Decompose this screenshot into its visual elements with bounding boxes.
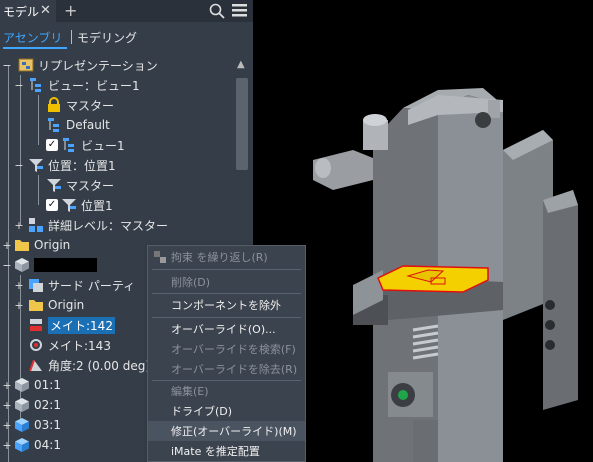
expand-icon[interactable]: + — [2, 379, 12, 392]
mate-constraint-icon — [30, 339, 42, 351]
tree-item-label: ビュー1 — [81, 138, 125, 153]
tree-item-label: マスター — [66, 98, 115, 113]
tree-item-label: 04:1 — [34, 438, 61, 452]
part-icon — [15, 418, 29, 432]
menu-item-override[interactable]: オーバーライド(O)... — [148, 319, 305, 339]
tree-item-label: Origin — [48, 298, 85, 312]
tree-item-label: 位置：位置1 — [48, 158, 116, 173]
view-rep-icon — [63, 138, 74, 152]
subtab-divider — [71, 30, 72, 44]
menu-item-find-override[interactable]: オーバーライドを検索(F) — [148, 339, 305, 359]
scrollbar-thumb[interactable] — [236, 78, 248, 170]
assembly-icon — [15, 378, 29, 392]
view-rep-icon — [30, 78, 41, 92]
tab-model-label: モデル — [3, 4, 40, 19]
hamburger-menu-icon[interactable] — [232, 4, 247, 17]
tree-item-label: マスター — [66, 178, 115, 193]
menu-separator — [152, 317, 301, 318]
expand-icon[interactable]: + — [14, 299, 24, 312]
menu-item-label: 削除(D) — [171, 276, 211, 289]
angle-constraint-icon — [29, 359, 42, 372]
detail-level-icon — [29, 218, 43, 232]
menu-item-edit[interactable]: 編集(E) — [148, 381, 305, 401]
tree-item-label: 03:1 — [34, 418, 61, 432]
tree-item-label: Default — [66, 118, 110, 132]
tree-item-label: メイト:142 — [48, 316, 115, 334]
menu-item-label: コンポーネントを除外 — [171, 299, 281, 312]
menu-item-delete[interactable]: 削除(D) — [148, 272, 305, 292]
menu-separator — [152, 269, 301, 270]
panel-tab-bar: モデル ✕ + — [0, 0, 253, 22]
tree-item-label: メイト:143 — [48, 338, 111, 353]
folder-icon — [15, 240, 29, 251]
assembly-icon — [15, 258, 29, 272]
expand-icon[interactable]: + — [2, 419, 12, 432]
subtab-assembly[interactable]: アセンブリ — [3, 29, 62, 46]
menu-item-label: オーバーライド(O)... — [171, 323, 276, 336]
folder-icon — [29, 300, 43, 311]
menu-item-exclude-component[interactable]: コンポーネントを除外 — [148, 295, 305, 315]
position-rep-icon — [29, 159, 43, 172]
position-rep-icon — [62, 199, 76, 212]
scroll-up-icon[interactable]: ▲ — [237, 59, 245, 70]
assembly-icon — [15, 398, 29, 412]
menu-item-label: オーバーライドを検索(F) — [171, 343, 296, 356]
tree-item-label: 詳細レベル：マスター — [48, 218, 169, 233]
menu-separator — [152, 293, 301, 294]
tree-item-label: ビュー：ビュー1 — [48, 78, 140, 93]
tree-item-label: 位置1 — [81, 198, 113, 213]
menu-item-label: ドライブ(D) — [171, 405, 233, 418]
expand-icon[interactable]: + — [2, 239, 12, 252]
menu-item-label: iMate を推定配置 — [171, 445, 260, 458]
menu-item-remove-override[interactable]: オーバーライドを除去(R) — [148, 359, 305, 379]
mate-constraint-icon — [30, 319, 42, 331]
tree-connector — [38, 175, 39, 205]
tree-item-label: リプレゼンテーション — [38, 58, 158, 73]
collapse-icon[interactable]: − — [14, 159, 24, 172]
tree-item-label: Origin — [34, 238, 71, 252]
search-icon[interactable] — [209, 3, 225, 19]
menu-item-label: 修正(オーバーライド)(M) — [171, 425, 297, 438]
menu-item-drive[interactable]: ドライブ(D) — [148, 401, 305, 421]
close-icon[interactable]: ✕ — [40, 3, 51, 18]
tree-connector — [20, 75, 21, 225]
menu-item-label: オーバーライドを除去(R) — [171, 363, 298, 376]
collapse-icon[interactable]: − — [14, 79, 24, 92]
active-check-icon[interactable]: ✓ — [46, 139, 58, 151]
menu-item-label: 編集(E) — [171, 385, 209, 398]
tree-item-label: 02:1 — [34, 398, 61, 412]
browser-subtabs: アセンブリ モデリング — [0, 27, 253, 49]
menu-item-label: 拘束 を繰り返し(R) — [171, 251, 268, 264]
tree-connector — [38, 95, 39, 145]
menu-item-infer-imates[interactable]: iMate を推定配置 — [148, 441, 305, 461]
tree-item-label: 01:1 — [34, 378, 61, 392]
redacted-name — [34, 258, 97, 272]
collapse-icon[interactable]: − — [2, 259, 12, 272]
representations-icon — [18, 58, 34, 72]
expand-icon[interactable]: + — [2, 399, 12, 412]
expand-icon[interactable]: + — [14, 219, 24, 232]
tree-item-label: 角度:2 (0.00 deg) — [48, 358, 151, 373]
expand-icon[interactable]: + — [2, 439, 12, 452]
lock-icon — [48, 97, 60, 112]
subtab-modeling[interactable]: モデリング — [77, 29, 137, 46]
context-menu: 拘束 を繰り返し(R) 削除(D) コンポーネントを除外 オーバーライド(O).… — [147, 245, 306, 462]
third-party-icon — [29, 279, 43, 292]
constraint-icon — [154, 251, 166, 263]
view-rep-icon — [48, 118, 59, 132]
menu-item-modify-override[interactable]: 修正(オーバーライド)(M) — [148, 421, 305, 441]
collapse-icon[interactable]: − — [2, 59, 12, 72]
active-check-icon[interactable]: ✓ — [46, 199, 58, 211]
position-rep-icon — [47, 179, 61, 192]
active-subtab-underline — [3, 47, 67, 49]
expand-icon[interactable]: + — [14, 279, 24, 292]
menu-item-repeat-constraint[interactable]: 拘束 を繰り返し(R) — [148, 247, 305, 267]
add-tab-icon[interactable]: + — [64, 1, 77, 20]
tree-item-label: サード パーティ — [48, 278, 136, 293]
part-icon — [15, 438, 29, 452]
